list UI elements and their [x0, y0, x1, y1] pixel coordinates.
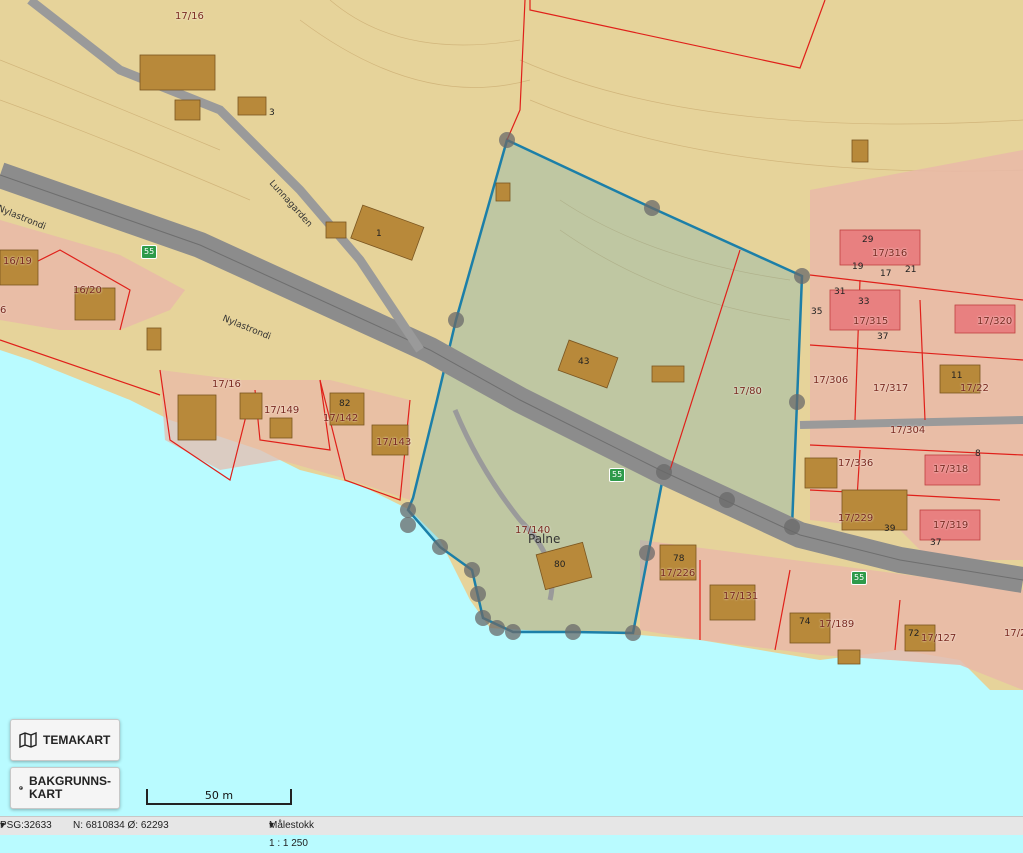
- crs-value: PSG:32633: [0, 820, 52, 831]
- parcel-label: 17/320: [977, 316, 1013, 327]
- house-number: 8: [975, 449, 981, 459]
- house-number: 39: [884, 524, 896, 534]
- road-number-badge: 55: [851, 571, 868, 585]
- house-number: 3: [269, 108, 275, 118]
- vertex-marker: [464, 562, 480, 578]
- house-number: 29: [862, 235, 874, 245]
- parcel-label: 17/317: [873, 383, 909, 394]
- vertex-marker: [639, 545, 655, 561]
- house-number: 19: [852, 262, 864, 272]
- map-canvas[interactable]: [0, 0, 1023, 816]
- house-number: 37: [877, 332, 889, 342]
- house-number: 82: [339, 399, 351, 409]
- parcel-label: 17/16: [212, 379, 241, 390]
- vertex-marker: [489, 620, 505, 636]
- vertex-marker: [448, 312, 464, 328]
- house-number: 74: [799, 617, 811, 627]
- parcel-label: 17/304: [890, 425, 926, 436]
- building: [495, 182, 511, 202]
- building: [237, 96, 267, 116]
- vertex-marker: [505, 624, 521, 640]
- parcel-label: 17/80: [733, 386, 762, 397]
- parcel-label: 17/189: [819, 619, 855, 630]
- house-number: 31: [834, 287, 846, 297]
- building: [851, 139, 869, 163]
- house-number: 11: [951, 371, 963, 381]
- house-number: 21: [905, 265, 917, 275]
- vertex-marker: [432, 539, 448, 555]
- vertex-marker: [784, 519, 800, 535]
- parcel-label: 16/19: [3, 256, 32, 267]
- vertex-marker: [470, 586, 486, 602]
- parcel-label: 17/226: [660, 568, 696, 579]
- parcel-label: 17/229: [838, 513, 874, 524]
- globe-icon: [19, 786, 23, 790]
- vertex-marker: [656, 464, 672, 480]
- vertex-marker: [400, 517, 416, 533]
- vertex-marker: [499, 132, 515, 148]
- vertex-marker: [719, 492, 735, 508]
- house-number: 78: [673, 554, 685, 564]
- parcel-label: 6: [0, 305, 7, 316]
- parcel-label: 17/127: [921, 633, 957, 644]
- parcel-label: 17/131: [723, 591, 759, 602]
- crs-selector[interactable]: PSG:32633 ▾: [0, 817, 52, 835]
- house-number: 17: [880, 269, 892, 279]
- building: [837, 649, 861, 665]
- parcel-label: 17/143: [376, 437, 412, 448]
- building: [146, 327, 162, 351]
- parcel-label: 17/306: [813, 375, 849, 386]
- parcel-label: 17/22: [960, 383, 989, 394]
- house-number: 72: [908, 629, 920, 639]
- scale-value: Målestokk 1 : 1 250: [269, 820, 315, 849]
- building: [804, 457, 838, 489]
- vertex-marker: [789, 394, 805, 410]
- place-name: Palne: [528, 532, 561, 546]
- building: [325, 221, 347, 239]
- building: [269, 417, 293, 439]
- house-number: 35: [811, 307, 823, 317]
- building: [651, 365, 685, 383]
- parcel-label: 17/336: [838, 458, 874, 469]
- scale-bar-label: 50 m: [204, 789, 234, 802]
- status-bar: PSG:32633 ▾ N: 6810834 Ø: 62293 Målestok…: [0, 816, 1023, 849]
- map-icon: [19, 732, 37, 748]
- vertex-marker: [565, 624, 581, 640]
- house-number: 33: [858, 297, 870, 307]
- parcel-label: 17/318: [933, 464, 969, 475]
- house-number: 37: [930, 538, 942, 548]
- building: [139, 54, 216, 91]
- parcel-label: 17/2: [1004, 628, 1023, 639]
- house-number: 43: [578, 357, 590, 367]
- temakart-button[interactable]: TEMAKART: [10, 719, 120, 761]
- parcel-label: 17/142: [323, 413, 359, 424]
- road-number-badge: 55: [141, 245, 158, 259]
- bakgrunnskart-button[interactable]: BAKGRUNNS- KART: [10, 767, 120, 809]
- building: [239, 392, 263, 420]
- parcel-label: 16/20: [73, 285, 102, 296]
- building: [177, 394, 217, 441]
- bakgrunnskart-label-line2: KART: [29, 787, 63, 801]
- vertex-marker: [625, 625, 641, 641]
- vertex-marker: [794, 268, 810, 284]
- vertex-marker: [644, 200, 660, 216]
- temakart-label: TEMAKART: [43, 733, 111, 747]
- vertex-marker: [400, 502, 416, 518]
- scale-bar: 50 m: [146, 789, 292, 805]
- house-number: 80: [554, 560, 566, 570]
- vertex-marker: [475, 610, 491, 626]
- parcel-label: 17/149: [264, 405, 300, 416]
- parcel-label: 17/319: [933, 520, 969, 531]
- parcel-label: 17/16: [175, 11, 204, 22]
- scale-selector[interactable]: Målestokk 1 : 1 250 ▾: [269, 817, 314, 849]
- building: [174, 99, 201, 121]
- house-number: 1: [376, 229, 382, 239]
- parcel-label: 17/316: [872, 248, 908, 259]
- road-number-badge: 55: [609, 468, 626, 482]
- parcel-label: 17/315: [853, 316, 889, 327]
- coordinate-readout: N: 6810834 Ø: 62293: [73, 820, 169, 831]
